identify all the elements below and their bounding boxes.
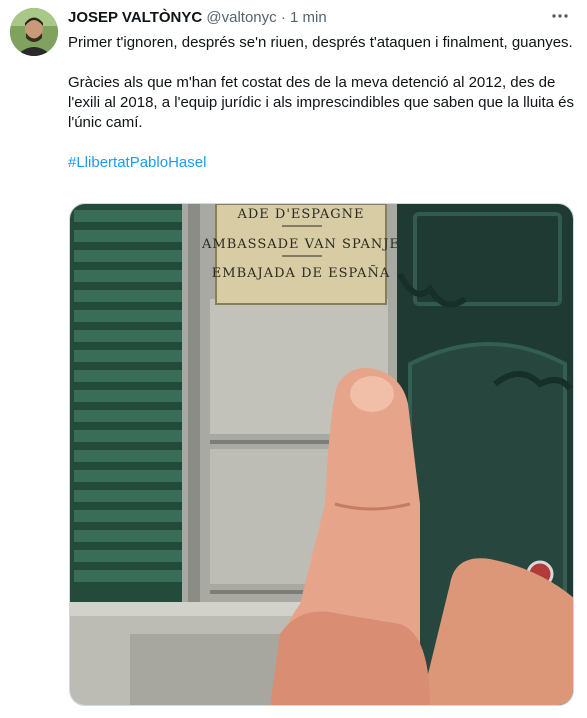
- avatar[interactable]: [10, 8, 58, 56]
- tweet-paragraph-2: Gràcies als que m'han fet costat des de …: [68, 74, 575, 131]
- tweet[interactable]: JOSEP VALTÒNYC @valtonyc · 1 min Primer …: [0, 0, 587, 718]
- plaque-line-2: AMBASSADE VAN SPANJE: [201, 237, 400, 252]
- more-icon[interactable]: [547, 6, 573, 28]
- tweet-paragraph-1: Primer t'ignoren, després se'n riuen, de…: [68, 34, 573, 51]
- ellipsis-icon: [552, 14, 568, 18]
- tweet-photo[interactable]: ADE D'ESPAGNE AMBASSADE VAN SPANJE EMBAJ…: [69, 203, 574, 706]
- window-shutter: [70, 204, 188, 604]
- author-name[interactable]: JOSEP VALTÒNYC: [68, 9, 202, 26]
- plaque-line-1: ADE D'ESPAGNE: [236, 207, 364, 222]
- tweet-text: Primer t'ignoren, després se'n riuen, de…: [68, 33, 578, 173]
- timestamp[interactable]: 1 min: [290, 9, 327, 26]
- author-handle[interactable]: @valtonyc: [206, 9, 276, 26]
- separator-dot: ·: [280, 9, 286, 26]
- hashtag-link[interactable]: #LlibertatPabloHasel: [68, 153, 578, 173]
- tweet-header: JOSEP VALTÒNYC @valtonyc · 1 min: [68, 9, 327, 27]
- plaque-line-3: EMBAJADA DE ESPAÑA: [212, 265, 390, 281]
